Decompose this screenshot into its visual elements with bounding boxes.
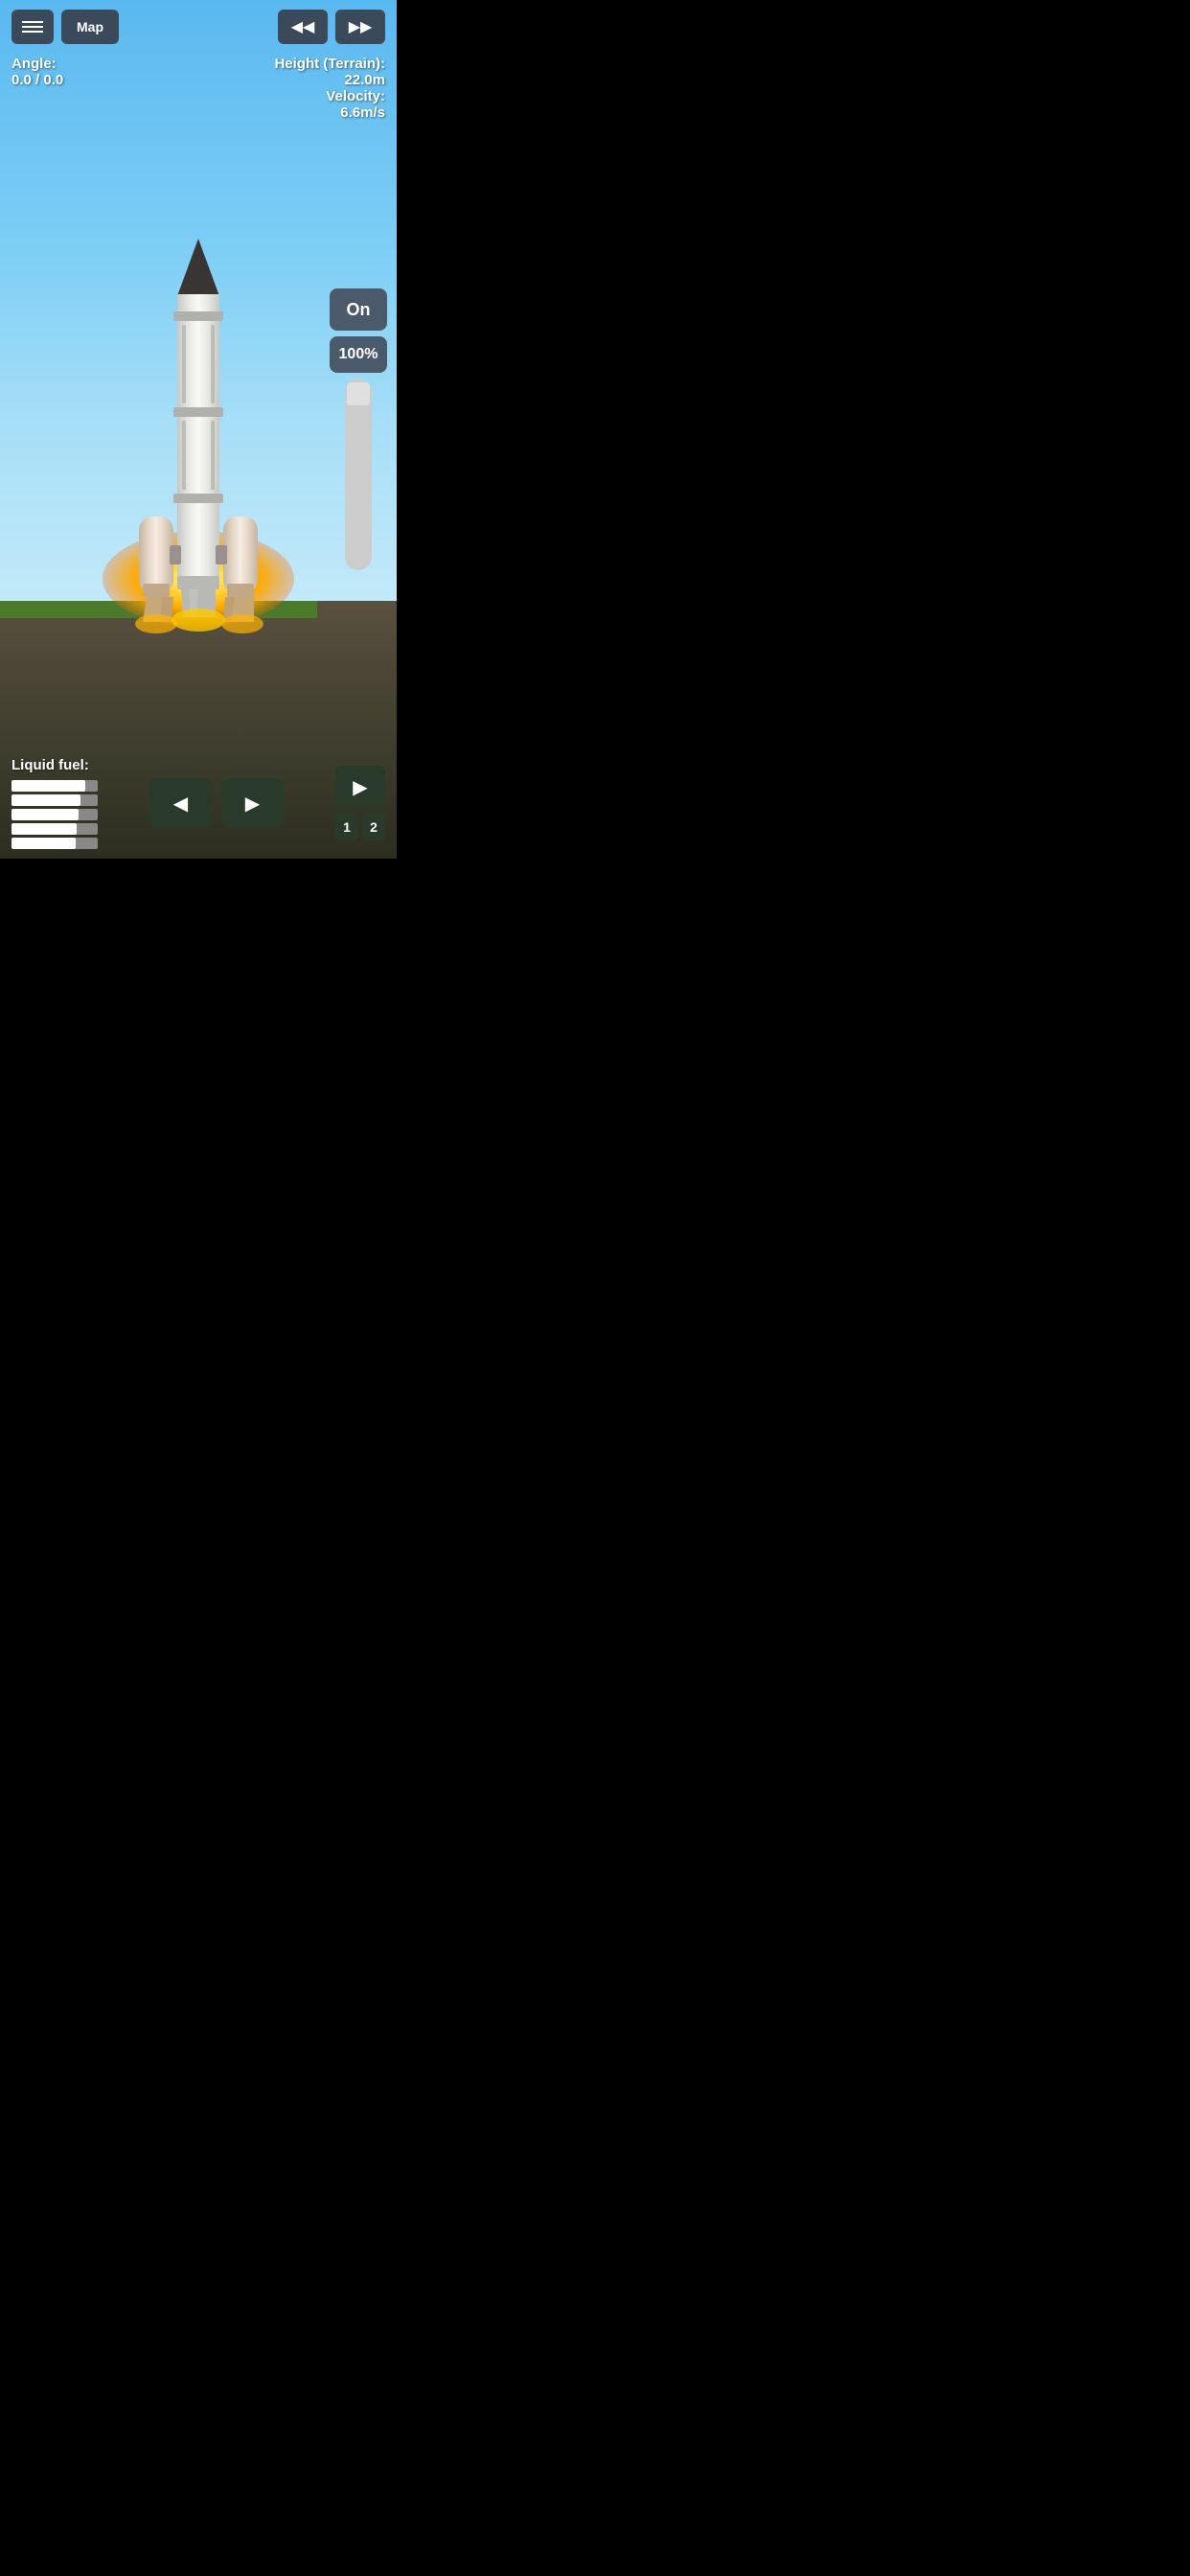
right-controls: On 100% bbox=[330, 288, 387, 570]
game-container: Map ◀◀ ▶▶ Angle: 0.0 / 0.0 Height (Terra… bbox=[0, 0, 397, 859]
fuel-bar-1 bbox=[11, 780, 98, 792]
menu-button[interactable] bbox=[11, 10, 54, 44]
velocity-label: Velocity: bbox=[274, 88, 385, 104]
angle-label: Angle: bbox=[11, 56, 63, 72]
fuel-bar-4 bbox=[11, 823, 98, 835]
rocket bbox=[112, 239, 285, 670]
velocity-value: 6.6m/s bbox=[274, 104, 385, 121]
stage-1-button[interactable]: 1 bbox=[335, 814, 358, 840]
top-bar: Map ◀◀ ▶▶ bbox=[0, 0, 397, 54]
fuel-label: Liquid fuel: bbox=[11, 757, 98, 773]
engine-on-button[interactable]: On bbox=[330, 288, 387, 331]
fuel-bar-2 bbox=[11, 794, 98, 806]
throttle-percentage: 100% bbox=[330, 336, 387, 373]
bottom-right-controls: ▶ 1 2 bbox=[335, 766, 385, 840]
top-right-buttons: ◀◀ ▶▶ bbox=[278, 10, 385, 44]
play-button[interactable]: ▶ bbox=[335, 766, 385, 808]
fuel-section: Liquid fuel: bbox=[11, 757, 98, 849]
steer-right-button[interactable]: ▶ bbox=[221, 778, 284, 828]
rewind-button[interactable]: ◀◀ bbox=[278, 10, 328, 44]
bottom-nav-buttons: ◀ ▶ bbox=[149, 778, 284, 828]
top-left-buttons: Map bbox=[11, 10, 119, 44]
stage-2-button[interactable]: 2 bbox=[362, 814, 385, 840]
map-button[interactable]: Map bbox=[61, 10, 119, 44]
hamburger-line bbox=[22, 21, 43, 23]
stage-buttons: 1 2 bbox=[335, 814, 385, 840]
throttle-handle[interactable] bbox=[347, 382, 370, 405]
angle-value: 0.0 / 0.0 bbox=[11, 72, 63, 88]
throttle-slider[interactable] bbox=[345, 379, 372, 570]
bottom-bar: Liquid fuel: ◀ ▶ ▶ 1 2 bbox=[0, 748, 397, 859]
steer-left-button[interactable]: ◀ bbox=[149, 778, 212, 828]
fuel-bar-3 bbox=[11, 809, 98, 820]
hamburger-line bbox=[22, 31, 43, 33]
fuel-bar-5 bbox=[11, 838, 98, 849]
stats-left: Angle: 0.0 / 0.0 bbox=[11, 56, 63, 88]
stats-right: Height (Terrain): 22.0m Velocity: 6.6m/s bbox=[274, 56, 385, 121]
hamburger-line bbox=[22, 26, 43, 28]
fastforward-button[interactable]: ▶▶ bbox=[335, 10, 385, 44]
height-value: 22.0m bbox=[274, 72, 385, 88]
height-label: Height (Terrain): bbox=[274, 56, 385, 72]
